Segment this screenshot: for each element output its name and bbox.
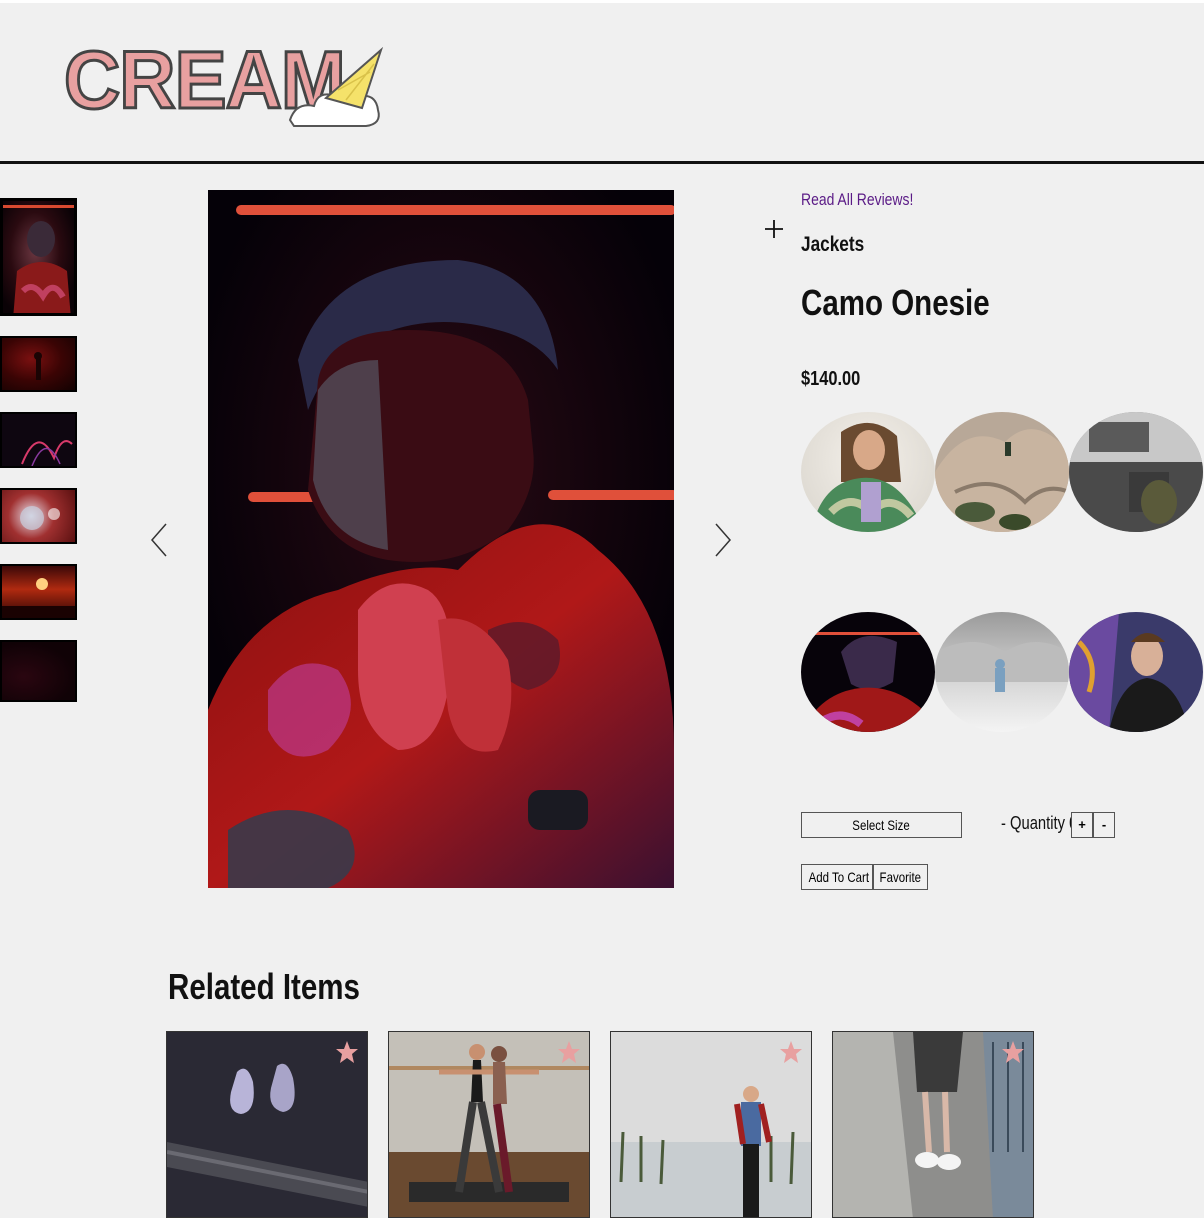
main-product-image[interactable] xyxy=(208,190,674,888)
quantity-minus-button[interactable]: - xyxy=(1093,812,1115,838)
style-option-5[interactable] xyxy=(935,612,1069,732)
cream-logo[interactable]: CREAM xyxy=(63,34,394,136)
add-to-cart-button[interactable]: Add To Cart xyxy=(801,864,873,890)
site-header: CREAM xyxy=(0,0,1204,164)
style-option-1-image xyxy=(811,422,925,532)
quantity-minus-label: - xyxy=(1101,817,1107,832)
thumbnail-5-image xyxy=(2,578,75,618)
thumbnail-3-image xyxy=(21,440,73,466)
favorite-label: Favorite xyxy=(879,869,922,885)
related-item-card-4[interactable] xyxy=(832,1031,1034,1218)
thumbnail-3[interactable] xyxy=(0,412,77,468)
main-product-photo xyxy=(208,190,674,888)
thumbnail-4[interactable] xyxy=(0,488,77,544)
previous-image-arrow[interactable] xyxy=(146,520,174,560)
product-category: Jackets xyxy=(801,233,878,257)
quantity-plus-label: + xyxy=(1078,817,1086,832)
ice-cream-cone-icon xyxy=(288,46,384,127)
thumbnail-4-image xyxy=(20,506,60,530)
thumbnail-2[interactable] xyxy=(0,336,77,392)
thumbnail-5[interactable] xyxy=(0,564,77,620)
header-top-line xyxy=(0,0,1204,3)
product-price-text: $140.00 xyxy=(801,368,861,390)
related-items-heading-text: Related Items xyxy=(168,966,360,1007)
favorite-button[interactable]: Favorite xyxy=(873,864,928,890)
thumbnail-2-image xyxy=(34,352,42,380)
style-option-3-image xyxy=(1069,412,1203,532)
thumbnail-1-image xyxy=(3,205,74,313)
style-option-5-image xyxy=(935,642,1069,692)
plus-icon xyxy=(765,220,783,238)
expand-view-button[interactable] xyxy=(763,218,785,240)
favorite-star-icon[interactable] xyxy=(335,1040,359,1064)
read-all-reviews-text: Read All Reviews! xyxy=(801,190,914,209)
style-option-2-image xyxy=(935,429,1069,532)
style-option-3[interactable] xyxy=(1069,412,1203,532)
favorite-star-icon[interactable] xyxy=(779,1040,803,1064)
style-option-6[interactable] xyxy=(1069,612,1203,732)
select-size-label: Select Size xyxy=(852,817,911,833)
thumbnail-6[interactable] xyxy=(0,640,77,702)
related-item-card-3[interactable] xyxy=(610,1031,812,1218)
product-title: Camo Onesie xyxy=(801,282,1031,324)
related-item-card-2[interactable] xyxy=(388,1031,590,1218)
product-title-text: Camo Onesie xyxy=(801,282,990,323)
add-to-cart-label: Add To Cart xyxy=(808,869,870,885)
chevron-right-icon xyxy=(715,523,731,557)
style-option-4-image xyxy=(801,632,935,732)
style-option-2[interactable] xyxy=(935,412,1069,532)
thumbnail-1[interactable] xyxy=(0,198,77,316)
related-items-heading: Related Items xyxy=(168,966,402,1008)
style-option-4[interactable] xyxy=(801,612,935,732)
read-all-reviews-link[interactable]: Read All Reviews! xyxy=(801,190,938,210)
chevron-left-icon xyxy=(151,523,167,557)
quantity-plus-button[interactable]: + xyxy=(1071,812,1093,838)
style-option-1[interactable] xyxy=(801,412,935,532)
favorite-star-icon[interactable] xyxy=(557,1040,581,1064)
product-category-text: Jackets xyxy=(801,233,865,256)
related-item-card-1[interactable] xyxy=(166,1031,368,1218)
product-price: $140.00 xyxy=(801,368,873,391)
style-option-6-image xyxy=(1069,612,1189,732)
quantity-label-text: - Quantity 0 xyxy=(1001,813,1078,833)
favorite-star-icon[interactable] xyxy=(1001,1040,1025,1064)
next-image-arrow[interactable] xyxy=(708,520,736,560)
select-size-dropdown[interactable]: Select Size xyxy=(801,812,962,838)
